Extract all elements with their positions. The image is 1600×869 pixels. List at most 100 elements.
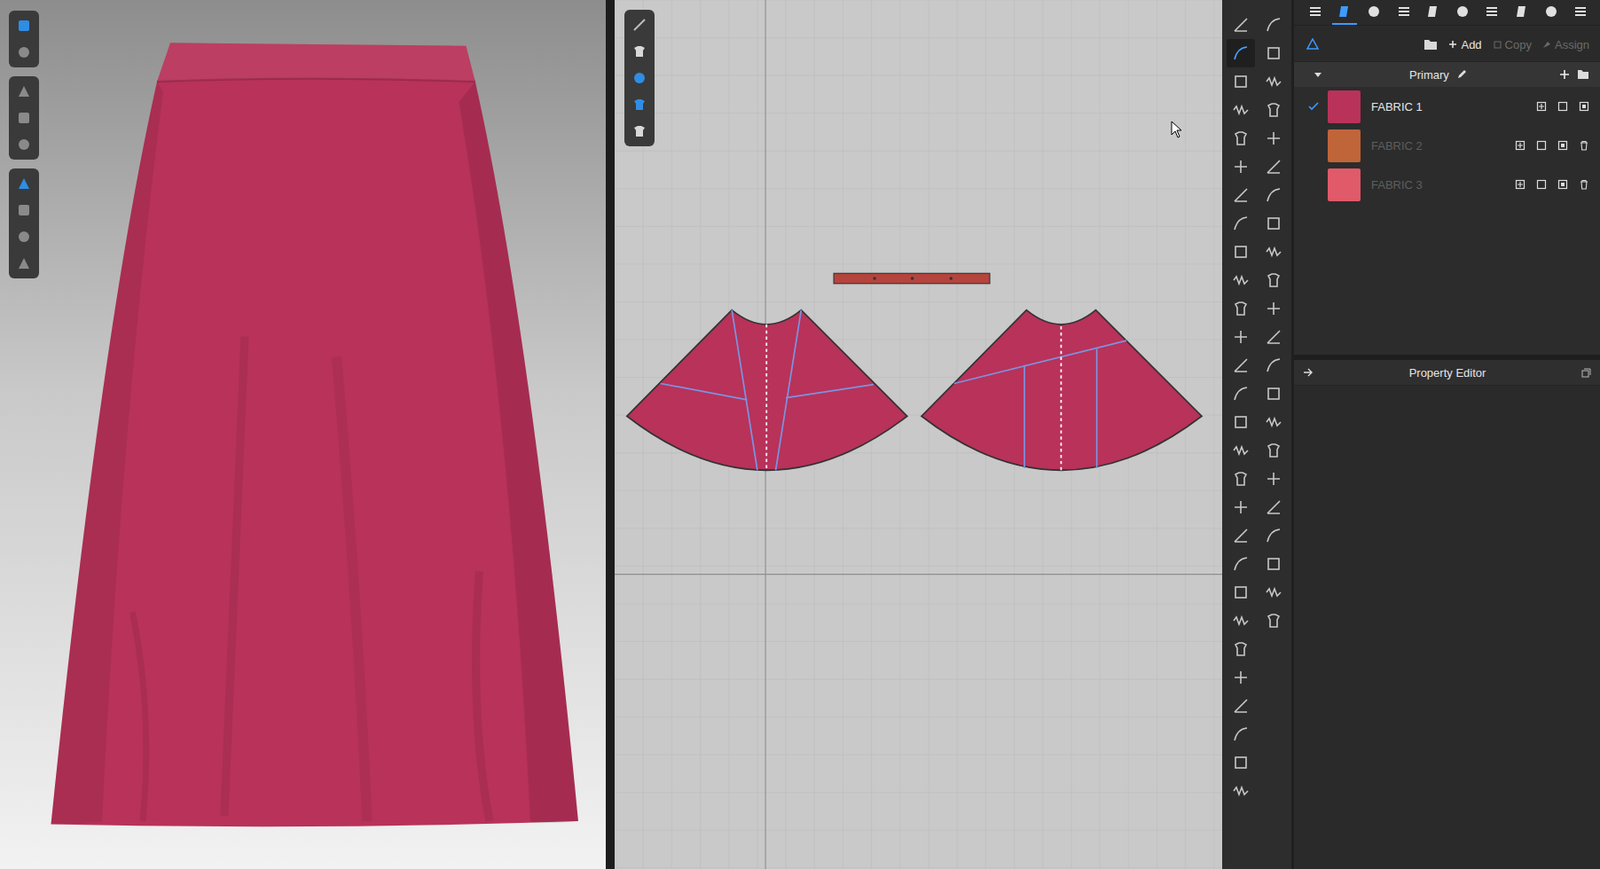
tool-button[interactable] — [1259, 464, 1288, 494]
panel-tab[interactable] — [1420, 0, 1446, 25]
fabric-action-icon[interactable] — [1578, 101, 1590, 112]
tool-button[interactable] — [1226, 351, 1255, 380]
pattern-window[interactable] — [614, 0, 1223, 869]
view-divider[interactable] — [605, 0, 615, 869]
front-piece[interactable] — [627, 310, 908, 471]
tool-button[interactable] — [1226, 407, 1255, 437]
view-tool-button[interactable] — [11, 171, 37, 197]
expand-icon[interactable] — [1313, 70, 1323, 79]
tool-button[interactable] — [1259, 266, 1288, 295]
tool-button[interactable] — [1226, 39, 1255, 68]
tool-button[interactable] — [1259, 436, 1288, 465]
fabric-action-icon[interactable] — [1514, 140, 1526, 151]
pattern-tool-button[interactable] — [627, 39, 652, 64]
tool-button[interactable] — [1259, 237, 1288, 267]
tool-button[interactable] — [1226, 124, 1255, 153]
tool-button[interactable] — [1226, 10, 1255, 40]
tool-button[interactable] — [1226, 635, 1255, 664]
fabric-action-icon[interactable] — [1536, 101, 1547, 112]
fabric-action-icon[interactable] — [1536, 140, 1547, 151]
tool-button[interactable] — [1226, 237, 1255, 267]
pattern-tool-button[interactable] — [627, 92, 652, 118]
view-tool-button[interactable] — [11, 197, 37, 223]
undock-icon[interactable] — [1581, 368, 1592, 378]
pattern-canvas[interactable] — [614, 0, 1223, 869]
tool-button[interactable] — [1259, 10, 1288, 40]
colorway-row[interactable]: Primary — [1294, 62, 1600, 87]
tool-button[interactable] — [1226, 436, 1255, 465]
tool-button[interactable] — [1259, 549, 1288, 579]
fabric-check[interactable] — [1306, 101, 1321, 111]
view-tool-button[interactable] — [11, 224, 37, 250]
tool-button[interactable] — [1226, 294, 1255, 323]
tool-button[interactable] — [1259, 379, 1288, 408]
fabric-row[interactable]: FABRIC 2 — [1294, 125, 1600, 165]
back-piece[interactable] — [921, 310, 1202, 471]
add-colorway-icon[interactable] — [1559, 69, 1570, 80]
tool-button[interactable] — [1226, 322, 1255, 352]
fabric-row[interactable]: FABRIC 3 — [1294, 164, 1600, 204]
tool-button[interactable] — [1259, 67, 1288, 96]
tool-button[interactable] — [1226, 578, 1255, 607]
panel-tab[interactable] — [1509, 0, 1535, 25]
edit-icon[interactable] — [1456, 69, 1467, 80]
panel-tab[interactable] — [1361, 0, 1387, 25]
panel-tab[interactable] — [1568, 0, 1593, 25]
tool-button[interactable] — [1259, 180, 1288, 210]
tool-button[interactable] — [1226, 606, 1255, 636]
tool-button[interactable] — [1259, 521, 1288, 550]
tool-button[interactable] — [1226, 549, 1255, 579]
tool-button[interactable] — [1259, 606, 1288, 636]
tool-button[interactable] — [1226, 748, 1255, 777]
garment-3d[interactable] — [0, 0, 606, 869]
action-button[interactable]: Assign — [1542, 38, 1590, 52]
view-tool-button[interactable] — [11, 105, 37, 131]
tool-button[interactable] — [1259, 322, 1288, 352]
view-tool-button[interactable] — [11, 39, 37, 65]
tool-button[interactable] — [1226, 464, 1255, 494]
panel-tab[interactable] — [1332, 0, 1357, 25]
tool-button[interactable] — [1259, 209, 1288, 238]
fabric-action-icon[interactable] — [1536, 179, 1547, 190]
fabric-swatch[interactable] — [1327, 129, 1361, 163]
action-button[interactable]: Copy — [1492, 38, 1532, 52]
tool-button[interactable] — [1226, 180, 1255, 210]
tool-button[interactable] — [1226, 691, 1255, 721]
view-tool-button[interactable] — [11, 250, 37, 276]
fabric-action-icon[interactable] — [1557, 140, 1569, 151]
viewport-3d[interactable] — [0, 0, 606, 869]
trash-icon[interactable] — [1578, 179, 1590, 190]
tool-button[interactable] — [1226, 152, 1255, 181]
tool-button[interactable] — [1259, 578, 1288, 607]
panel-tab[interactable] — [1302, 0, 1328, 25]
tool-button[interactable] — [1226, 521, 1255, 550]
panel-tab[interactable] — [1538, 0, 1564, 25]
panel-tab[interactable] — [1391, 0, 1417, 25]
view-tool-button[interactable] — [11, 78, 37, 104]
tool-button[interactable] — [1259, 493, 1288, 522]
tool-button[interactable] — [1259, 351, 1288, 380]
colorway-icon[interactable] — [1306, 38, 1319, 51]
pattern-tool-button[interactable] — [627, 65, 652, 91]
tool-button[interactable] — [1226, 720, 1255, 749]
tool-button[interactable] — [1259, 95, 1288, 125]
pattern-tool-button[interactable] — [627, 12, 652, 38]
tool-button[interactable] — [1226, 493, 1255, 522]
pattern-tool-button[interactable] — [627, 118, 652, 144]
panel-tab[interactable] — [1479, 0, 1505, 25]
tool-button[interactable] — [1226, 776, 1255, 806]
fabric-action-icon[interactable] — [1514, 179, 1526, 190]
fabric-swatch[interactable] — [1327, 168, 1361, 202]
fabric-action-icon[interactable] — [1557, 101, 1569, 112]
tool-button[interactable] — [1259, 39, 1288, 68]
tool-button[interactable] — [1226, 379, 1255, 408]
panel-tab[interactable] — [1450, 0, 1475, 25]
waistband-piece[interactable] — [833, 273, 990, 284]
fabric-action-icon[interactable] — [1557, 179, 1569, 190]
tool-button[interactable] — [1259, 407, 1288, 437]
trash-icon[interactable] — [1578, 140, 1590, 151]
tool-button[interactable] — [1226, 266, 1255, 295]
tool-button[interactable] — [1226, 209, 1255, 238]
folder-icon[interactable] — [1576, 69, 1590, 80]
view-tool-button[interactable] — [11, 132, 37, 157]
